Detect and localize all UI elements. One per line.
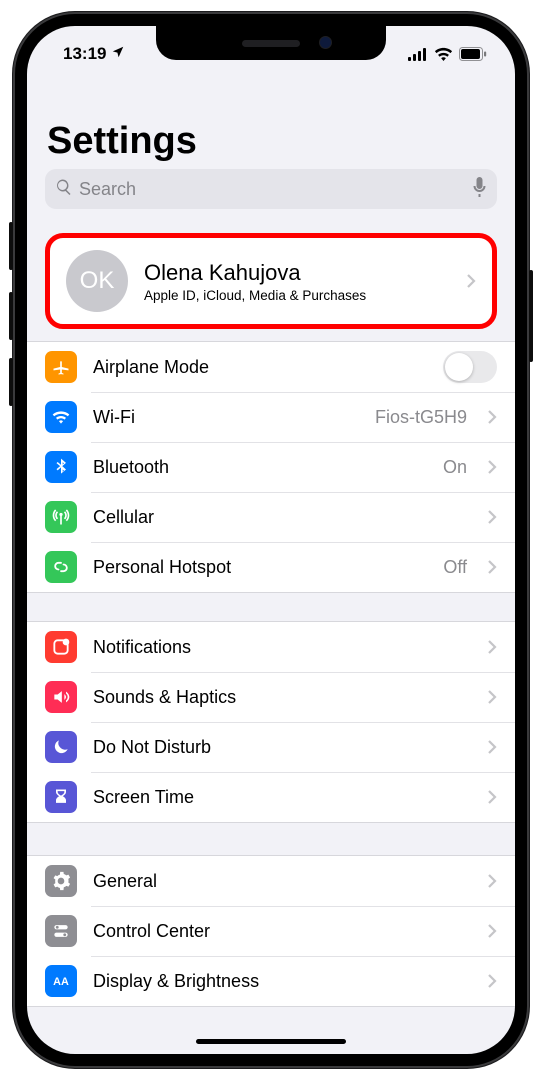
row-label: Bluetooth: [93, 457, 427, 478]
row-label: Control Center: [93, 921, 471, 942]
row-label: Sounds & Haptics: [93, 687, 471, 708]
chevron-right-icon: [466, 273, 476, 289]
apple-id-row[interactable]: OK Olena Kahujova Apple ID, iCloud, Medi…: [45, 233, 497, 329]
row-label: Do Not Disturb: [93, 737, 471, 758]
row-label: Wi-Fi: [93, 407, 359, 428]
chevron-right-icon: [487, 409, 497, 425]
row-detail: Fios-tG5H9: [375, 407, 467, 428]
settings-content[interactable]: Settings Search OK: [27, 72, 515, 1007]
mic-icon[interactable]: [472, 177, 487, 202]
row-detail: On: [443, 457, 467, 478]
row-sounds-haptics[interactable]: Sounds & Haptics: [27, 672, 515, 722]
row-detail: Off: [443, 557, 467, 578]
avatar: OK: [66, 250, 128, 312]
moon-icon: [45, 731, 77, 763]
bluetooth-icon: [45, 451, 77, 483]
location-arrow-icon: [111, 44, 125, 64]
profile-text: Olena Kahujova Apple ID, iCloud, Media &…: [144, 260, 366, 303]
row-airplane-mode[interactable]: Airplane Mode: [27, 342, 515, 392]
chevron-right-icon: [487, 739, 497, 755]
row-label: Airplane Mode: [93, 357, 427, 378]
chevron-right-icon: [487, 509, 497, 525]
settings-group-connectivity: Airplane Mode Wi-Fi Fios-tG5H9 Bluetooth: [27, 341, 515, 593]
row-label: Cellular: [93, 507, 471, 528]
chevron-right-icon: [487, 923, 497, 939]
row-label: Screen Time: [93, 787, 471, 808]
row-bluetooth[interactable]: Bluetooth On: [27, 442, 515, 492]
chevron-right-icon: [487, 973, 497, 989]
wifi-icon: [434, 47, 453, 61]
row-notifications[interactable]: Notifications: [27, 622, 515, 672]
row-wifi[interactable]: Wi-Fi Fios-tG5H9: [27, 392, 515, 442]
chevron-right-icon: [487, 689, 497, 705]
search-placeholder: Search: [79, 179, 466, 200]
aa-icon: AA: [45, 965, 77, 997]
airplane-icon: [45, 351, 77, 383]
front-camera: [319, 36, 332, 49]
search-icon: [55, 178, 73, 201]
chevron-right-icon: [487, 459, 497, 475]
chevron-right-icon: [487, 873, 497, 889]
speaker-grill: [242, 40, 300, 47]
sounds-icon: [45, 681, 77, 713]
row-control-center[interactable]: Control Center: [27, 906, 515, 956]
row-personal-hotspot[interactable]: Personal Hotspot Off: [27, 542, 515, 592]
row-do-not-disturb[interactable]: Do Not Disturb: [27, 722, 515, 772]
row-cellular[interactable]: Cellular: [27, 492, 515, 542]
hotspot-icon: [45, 551, 77, 583]
hourglass-icon: [45, 781, 77, 813]
battery-icon: [459, 47, 487, 61]
status-time: 13:19: [63, 44, 106, 64]
profile-name: Olena Kahujova: [144, 260, 366, 286]
row-label: Notifications: [93, 637, 471, 658]
home-indicator[interactable]: [196, 1039, 346, 1044]
row-screen-time[interactable]: Screen Time: [27, 772, 515, 822]
row-general[interactable]: General: [27, 856, 515, 906]
gear-icon: [45, 865, 77, 897]
wifi-icon: [45, 401, 77, 433]
profile-subtitle: Apple ID, iCloud, Media & Purchases: [144, 288, 366, 303]
chevron-right-icon: [487, 559, 497, 575]
signal-icon: [408, 48, 428, 61]
screen: 13:19: [27, 26, 515, 1054]
row-label: Display & Brightness: [93, 971, 471, 992]
chevron-right-icon: [487, 789, 497, 805]
svg-text:AA: AA: [53, 976, 69, 988]
notch: [156, 26, 386, 60]
settings-group-alerts: Notifications Sounds & Haptics Do Not Di…: [27, 621, 515, 823]
avatar-initials: OK: [80, 267, 115, 295]
airplane-toggle[interactable]: [443, 351, 497, 383]
settings-group-system: General Control Center AA Display & Brig…: [27, 855, 515, 1007]
row-label: General: [93, 871, 471, 892]
page-title: Settings: [27, 72, 515, 169]
notifications-icon: [45, 631, 77, 663]
row-label: Personal Hotspot: [93, 557, 427, 578]
search-input[interactable]: Search: [45, 169, 497, 209]
row-display-brightness[interactable]: AA Display & Brightness: [27, 956, 515, 1006]
switches-icon: [45, 915, 77, 947]
chevron-right-icon: [487, 639, 497, 655]
phone-frame: 13:19: [13, 12, 529, 1068]
antenna-icon: [45, 501, 77, 533]
